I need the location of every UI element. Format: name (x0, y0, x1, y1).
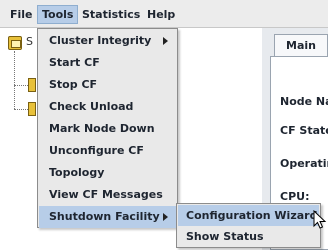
tree-connector (14, 85, 28, 86)
mouse-pointer-icon (313, 210, 327, 229)
menu-item-topology[interactable]: Topology (39, 162, 176, 184)
menu-item-check-unload[interactable]: Check Unload (39, 96, 176, 118)
menu-help[interactable]: Help (143, 5, 179, 24)
menu-item-start-cf[interactable]: Start CF (39, 52, 176, 74)
menubar: File Tools Statistics Help (0, 0, 328, 28)
node-icon[interactable] (28, 102, 36, 116)
submenu-arrow-icon (163, 213, 168, 221)
cpu-label: CPU: (280, 190, 310, 203)
shutdown-facility-submenu: Configuration Wizard Show Status (176, 203, 321, 248)
tree-connector (14, 51, 15, 109)
menu-item-label: Cluster Integrity (49, 34, 152, 47)
cluster-root-icon[interactable] (8, 36, 22, 50)
menu-item-mark-node-down[interactable]: Mark Node Down (39, 118, 176, 140)
menu-statistics[interactable]: Statistics (78, 5, 144, 24)
tab-main[interactable]: Main (274, 34, 328, 56)
menu-item-cluster-integrity[interactable]: Cluster Integrity (39, 30, 176, 52)
menu-item-stop-cf[interactable]: Stop CF (39, 74, 176, 96)
tools-menu: Cluster Integrity Start CF Stop CF Check… (37, 28, 178, 228)
menu-tools[interactable]: Tools (37, 5, 79, 24)
cf-state-label: CF State (280, 124, 328, 137)
node-icon[interactable] (28, 78, 36, 92)
operating-label: Operatin (280, 157, 328, 170)
menu-file[interactable]: File (6, 5, 37, 24)
menu-item-view-cf-messages[interactable]: View CF Messages (39, 184, 176, 206)
menu-item-configuration-wizard[interactable]: Configuration Wizard (178, 205, 319, 226)
node-name-label: Node Na (280, 95, 328, 108)
submenu-arrow-icon (163, 37, 168, 45)
menu-item-unconfigure-cf[interactable]: Unconfigure CF (39, 140, 176, 162)
menu-item-label: Shutdown Facility (49, 210, 160, 223)
tree-connector (14, 109, 28, 110)
menu-item-shutdown-facility[interactable]: Shutdown Facility (39, 206, 176, 228)
menu-item-show-status[interactable]: Show Status (178, 226, 319, 247)
tree-root-label[interactable]: S (26, 35, 33, 48)
